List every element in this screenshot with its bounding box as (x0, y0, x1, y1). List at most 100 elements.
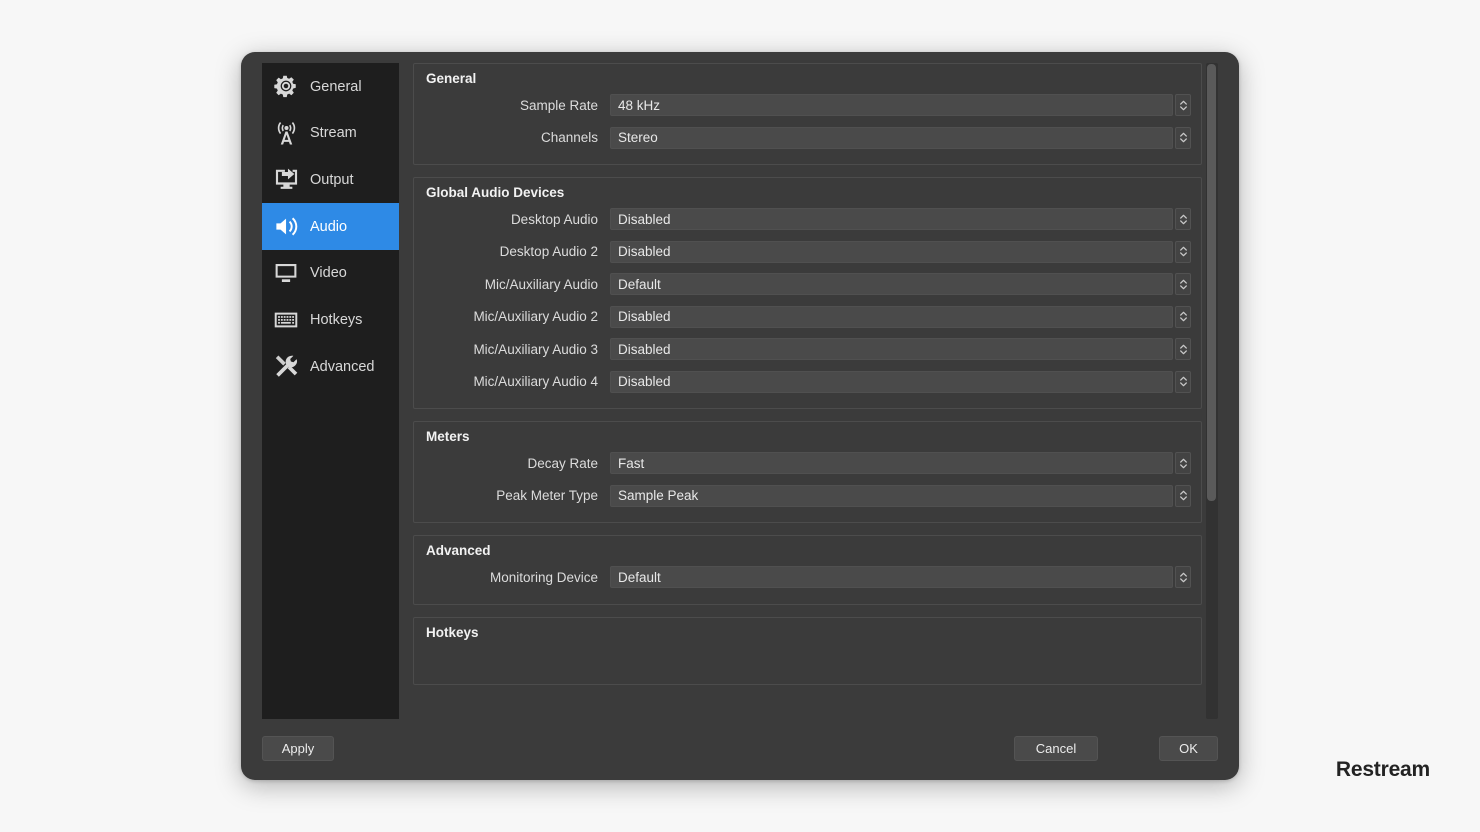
dropdown-desktop-audio-2[interactable]: Disabled (610, 240, 1173, 263)
row-label: Desktop Audio (510, 211, 598, 227)
settings-row: Peak Meter Type Sample Peak (424, 480, 1191, 513)
settings-row: Sample Rate 48 kHz (424, 89, 1191, 122)
dropdown-mic-auxiliary-audio[interactable]: Default (610, 273, 1173, 296)
field-wrapper: Default (610, 273, 1191, 296)
sidebar-item-stream[interactable]: Stream (262, 110, 399, 157)
spinner-updown-icon[interactable] (1175, 370, 1191, 393)
dropdown-desktop-audio[interactable]: Disabled (610, 208, 1173, 231)
spinner-updown-icon[interactable] (1175, 126, 1191, 149)
dropdown-decay-rate[interactable]: Fast (610, 452, 1173, 475)
field-wrapper: Fast (610, 452, 1191, 475)
spinner-updown-icon[interactable] (1175, 273, 1191, 296)
field-wrapper: Disabled (610, 305, 1191, 328)
tools-icon (271, 351, 301, 381)
broadcast-icon (271, 118, 301, 148)
field-wrapper: Disabled (610, 240, 1191, 263)
row-label: Peak Meter Type (496, 488, 598, 504)
sidebar-item-label: Hotkeys (310, 312, 363, 329)
row-label: Channels (540, 130, 598, 146)
settings-row: Decay Rate Fast (424, 447, 1191, 480)
monitor-icon (271, 258, 301, 288)
sidebar-item-advanced[interactable]: Advanced (262, 343, 399, 390)
scrollbar-thumb[interactable] (1207, 64, 1216, 501)
settings-row: Mic/Auxiliary Audio 3 Disabled (424, 333, 1191, 366)
dropdown-sample-rate[interactable]: 48 kHz (610, 94, 1173, 117)
gear-icon (271, 71, 301, 101)
spinner-updown-icon[interactable] (1175, 338, 1191, 361)
settings-group-meters: Meters Decay Rate Fast Peak Meter Type Sampl… (413, 421, 1202, 523)
row-label: Mic/Auxiliary Audio 4 (473, 374, 598, 390)
settings-row: Mic/Auxiliary Audio 4 Disabled (424, 366, 1191, 399)
settings-window: General Stream Output Audio Video Hotkeys Adva… (241, 52, 1239, 780)
row-label: Mic/Auxiliary Audio 3 (473, 341, 598, 357)
apply-button[interactable]: Apply (262, 736, 334, 761)
sidebar-item-label: Audio (310, 218, 348, 235)
row-label: Mic/Auxiliary Audio (484, 276, 598, 292)
field-wrapper: Default (610, 566, 1191, 589)
sidebar-item-hotkeys[interactable]: Hotkeys (262, 296, 399, 343)
row-label: Monitoring Device (489, 569, 598, 585)
sidebar-item-label: General (310, 78, 362, 95)
sidebar-nav-list: General Stream Output Audio Video Hotkeys Adva… (262, 63, 399, 390)
settings-row: Desktop Audio Disabled (424, 203, 1191, 236)
settings-scroll-area: General Sample Rate 48 kHz Channels Stereo Gl… (413, 63, 1202, 719)
field-wrapper: Sample Peak (610, 484, 1191, 507)
group-title: Advanced (426, 543, 491, 558)
sidebar-item-general[interactable]: General (262, 63, 399, 110)
settings-row: Desktop Audio 2 Disabled (424, 236, 1191, 269)
restream-watermark: Restream (1335, 758, 1430, 781)
field-wrapper: Disabled (610, 338, 1191, 361)
settings-row: Mic/Auxiliary Audio 2 Disabled (424, 301, 1191, 334)
settings-group-advanced: Advanced Monitoring Device Default (413, 535, 1202, 605)
dropdown-channels[interactable]: Stereo (610, 126, 1173, 149)
dialog-footer: Apply Cancel OK (241, 724, 1239, 780)
settings-content: General Sample Rate 48 kHz Channels Stereo Gl… (413, 63, 1218, 719)
sidebar-item-output[interactable]: Output (262, 156, 399, 203)
group-title: General (426, 71, 477, 86)
group-title: Meters (426, 429, 470, 444)
group-title: Global Audio Devices (426, 185, 565, 200)
spinner-updown-icon[interactable] (1175, 452, 1191, 475)
dropdown-monitoring-device[interactable]: Default (610, 566, 1173, 589)
dropdown-mic-auxiliary-audio-2[interactable]: Disabled (610, 305, 1173, 328)
settings-group-global-audio-devices: Global Audio Devices Desktop Audio Disable… (413, 177, 1202, 409)
sidebar-item-video[interactable]: Video (262, 250, 399, 297)
sidebar-item-label: Output (310, 171, 354, 188)
settings-sidebar: General Stream Output Audio Video Hotkeys Adva… (262, 63, 399, 719)
settings-row: Mic/Auxiliary Audio Default (424, 268, 1191, 301)
ok-button[interactable]: OK (1159, 736, 1218, 761)
dropdown-mic-auxiliary-audio-4[interactable]: Disabled (610, 370, 1173, 393)
sidebar-item-audio[interactable]: Audio (262, 203, 399, 250)
field-wrapper: Disabled (610, 208, 1191, 231)
content-scrollbar[interactable] (1206, 63, 1218, 719)
settings-row: Monitoring Device Default (424, 561, 1191, 594)
sidebar-item-label: Advanced (310, 358, 375, 375)
spinner-updown-icon[interactable] (1175, 484, 1191, 507)
speaker-icon (271, 211, 301, 241)
spinner-updown-icon[interactable] (1175, 240, 1191, 263)
sidebar-item-label: Stream (310, 125, 357, 142)
spinner-updown-icon[interactable] (1175, 305, 1191, 328)
window-body: General Stream Output Audio Video Hotkeys Adva… (241, 52, 1239, 724)
dropdown-mic-auxiliary-audio-3[interactable]: Disabled (610, 338, 1173, 361)
field-wrapper: Disabled (610, 370, 1191, 393)
output-icon (271, 165, 301, 195)
row-label: Sample Rate (519, 97, 598, 113)
spinner-updown-icon[interactable] (1175, 566, 1191, 589)
row-label: Desktop Audio 2 (499, 244, 598, 260)
settings-row: Channels Stereo (424, 122, 1191, 155)
row-label: Mic/Auxiliary Audio 2 (473, 309, 598, 325)
spinner-updown-icon[interactable] (1175, 94, 1191, 117)
dropdown-peak-meter-type[interactable]: Sample Peak (610, 484, 1173, 507)
settings-group-list: General Sample Rate 48 kHz Channels Stereo Gl… (413, 63, 1202, 685)
settings-group-general: General Sample Rate 48 kHz Channels Stereo (413, 63, 1202, 165)
field-wrapper: Stereo (610, 126, 1191, 149)
spinner-updown-icon[interactable] (1175, 208, 1191, 231)
cancel-button[interactable]: Cancel (1014, 736, 1098, 761)
row-label: Decay Rate (527, 455, 598, 471)
group-title: Hotkeys (426, 624, 479, 640)
sidebar-item-label: Video (310, 265, 347, 282)
field-wrapper: 48 kHz (610, 94, 1191, 117)
keyboard-icon (271, 305, 301, 335)
settings-group-hotkeys: Hotkeys (413, 616, 1202, 685)
